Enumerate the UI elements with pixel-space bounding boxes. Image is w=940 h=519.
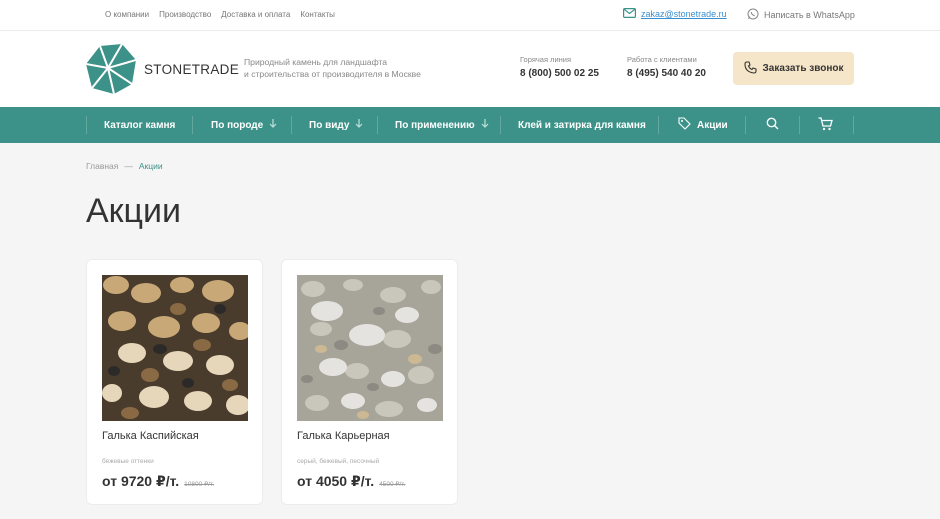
nav-divider (192, 116, 193, 134)
breadcrumb-current: Акции (138, 161, 163, 171)
arrow-down-icon (355, 119, 363, 131)
product-color: бежевые оттенки (102, 458, 154, 465)
link-about[interactable]: О компании (105, 10, 149, 19)
old-price: 4500 ₽/т. (379, 481, 406, 488)
tagline: Природный камень для ландшафта и строите… (244, 56, 421, 80)
hotline-label: Горячая линия (520, 55, 572, 64)
nav-by-type[interactable]: По виду (309, 107, 363, 143)
current-price: от 4050 ₽/т. (297, 473, 375, 489)
tagline-line-2: и строительства от производителя в Москв… (244, 69, 421, 79)
nav-divider (853, 116, 854, 134)
breadcrumb-separator: — (124, 161, 133, 171)
product-photo[interactable] (297, 275, 443, 421)
link-contacts[interactable]: Контакты (300, 10, 335, 19)
clients-number[interactable]: 8 (495) 540 40 20 (627, 68, 706, 79)
product-name[interactable]: Галька Карьерная (297, 430, 390, 442)
cart-icon (818, 116, 833, 134)
mail-icon (623, 8, 637, 20)
search-button[interactable] (766, 107, 779, 143)
breadcrumb: Главная — Акции (86, 161, 163, 171)
nav-by-use[interactable]: По применению (395, 107, 489, 143)
nav-divider (658, 116, 659, 134)
page-title: Акции (86, 192, 182, 230)
product-photo[interactable] (102, 275, 248, 421)
product-price: от 9720 ₽/т. 10800 ₽/т. (102, 473, 214, 490)
hotline: Горячая линия 8 (800) 500 02 25 (520, 55, 599, 79)
whatsapp-icon (747, 8, 759, 22)
gravel-image (297, 275, 443, 421)
site-header: STONETRADE Природный камень для ландшафт… (0, 31, 940, 107)
top-links: О компании Производство Доставка и оплат… (105, 10, 335, 19)
nav-catalog-label: Каталог камня (104, 119, 176, 131)
product-price: от 4050 ₽/т. 4500 ₽/т. (297, 473, 405, 490)
nav-by-type-label: По виду (309, 119, 350, 131)
pebbles-image (102, 275, 248, 421)
nav-glue-label: Клей и затирка для камня (518, 119, 646, 131)
order-call-button[interactable]: Заказать звонок (733, 52, 854, 85)
nav-catalog[interactable]: Каталог камня (104, 107, 175, 143)
nav-by-rock-label: По породе (211, 119, 264, 131)
old-price: 10800 ₽/т. (184, 481, 215, 488)
link-production[interactable]: Производство (159, 10, 211, 19)
product-card[interactable]: Галька Карьерная серый, бежевый, песочны… (281, 259, 458, 505)
nav-by-use-label: По применению (395, 119, 475, 131)
product-card[interactable]: Галька Каспийская бежевые оттенки от 972… (86, 259, 263, 505)
product-color: серый, бежевый, песочный (297, 458, 380, 465)
logo[interactable]: STONETRADE (86, 44, 239, 94)
order-call-label: Заказать звонок (762, 63, 844, 74)
tagline-line-1: Природный камень для ландшафта (244, 57, 388, 67)
breadcrumb-home[interactable]: Главная (86, 161, 118, 171)
arrow-down-icon (481, 119, 489, 131)
nav-promo-label: Акции (697, 119, 728, 131)
nav-promo[interactable]: Акции (678, 107, 728, 143)
link-delivery[interactable]: Доставка и оплата (221, 10, 290, 19)
current-price: от 9720 ₽/т. (102, 473, 180, 489)
email-link[interactable]: zakaz@stonetrade.ru (641, 9, 727, 19)
top-utility-bar: О компании Производство Доставка и оплат… (0, 0, 940, 31)
hotline-number[interactable]: 8 (800) 500 02 25 (520, 68, 599, 79)
nav-divider (86, 116, 87, 134)
clients-line: Работа с клиентами 8 (495) 540 40 20 (627, 55, 706, 79)
nav-glue[interactable]: Клей и затирка для камня (518, 107, 646, 143)
nav-divider (799, 116, 800, 134)
product-name[interactable]: Галька Каспийская (102, 430, 199, 442)
nav-divider (291, 116, 292, 134)
email-contact: zakaz@stonetrade.ru (623, 8, 727, 20)
brand-name: STONETRADE (144, 61, 240, 77)
cart-button[interactable] (818, 107, 833, 143)
nav-by-rock[interactable]: По породе (211, 107, 277, 143)
nav-divider (745, 116, 746, 134)
search-icon (766, 117, 779, 133)
clients-label: Работа с клиентами (627, 55, 697, 64)
nav-divider (500, 116, 501, 134)
whatsapp-contact[interactable]: Написать в WhatsApp (747, 8, 855, 22)
main-nav: Каталог камня По породе По виду По приме… (0, 107, 940, 143)
whatsapp-label: Написать в WhatsApp (764, 10, 855, 20)
tag-icon (678, 117, 691, 133)
phone-icon (743, 60, 757, 77)
logo-mark-icon (86, 44, 136, 94)
nav-divider (377, 116, 378, 134)
arrow-down-icon (269, 119, 277, 131)
